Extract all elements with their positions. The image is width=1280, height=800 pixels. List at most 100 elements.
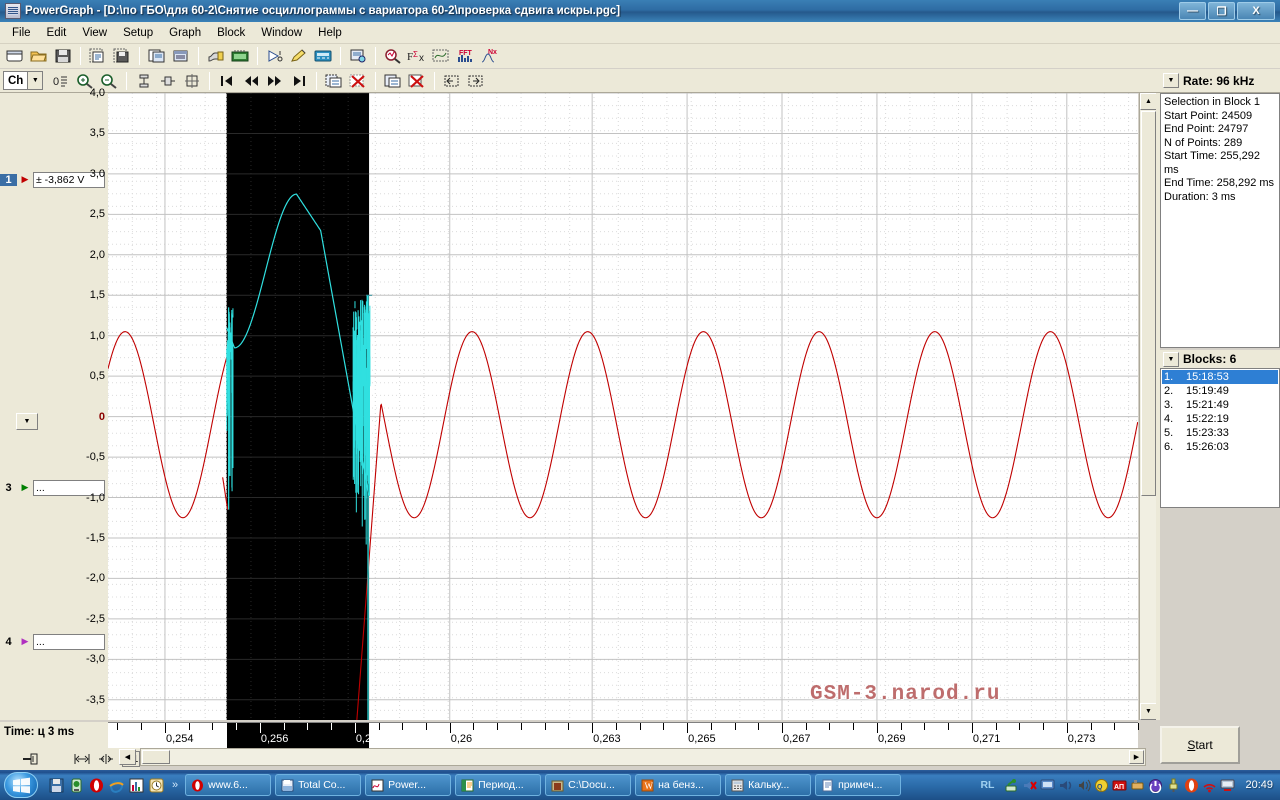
waveform-canvas[interactable]	[108, 93, 1138, 720]
remove-block-icon[interactable]	[405, 70, 428, 91]
blocks-list[interactable]: 1. 15:18:53 2. 15:19:49 3. 15:21:49 4. 15:22:19…	[1160, 368, 1280, 508]
fft-icon[interactable]: FFT	[453, 46, 476, 67]
marker-set-icon[interactable]	[18, 749, 41, 770]
menu-item-setup[interactable]: Setup	[115, 25, 161, 41]
monitor-icon[interactable]	[1220, 778, 1235, 793]
taskbar-button[interactable]: Период...	[455, 774, 541, 796]
last-block-icon[interactable]	[287, 70, 310, 91]
scroll-right-button[interactable]: ▶	[1129, 750, 1144, 764]
wifi-icon[interactable]	[1202, 778, 1217, 793]
scroll-up-button[interactable]: ▲	[1140, 93, 1157, 110]
marker-pen-icon[interactable]	[287, 46, 310, 67]
plot-horizontal-scrollbar[interactable]: ◀ ▶	[140, 748, 1146, 766]
scroll-down-button[interactable]: ▼	[1140, 703, 1157, 720]
save-icon[interactable]	[48, 777, 65, 794]
insert-left-icon[interactable]	[440, 70, 463, 91]
media-player-icon[interactable]	[68, 777, 85, 794]
channel-triangle-icon-4[interactable]: ▶	[17, 636, 33, 647]
menu-item-block[interactable]: Block	[209, 25, 253, 41]
open-icon[interactable]	[27, 46, 50, 67]
insert-right-icon[interactable]	[464, 70, 487, 91]
prev-block-icon[interactable]	[239, 70, 262, 91]
align-icon[interactable]	[132, 70, 155, 91]
menu-item-file[interactable]: File	[4, 25, 39, 41]
time-axis-selection-band[interactable]	[227, 723, 369, 749]
antivirus-icon[interactable]: Q	[1094, 778, 1109, 793]
menu-item-graph[interactable]: Graph	[161, 25, 209, 41]
channel-triangle-icon-3[interactable]: ▶	[17, 482, 33, 493]
new-icon[interactable]	[3, 46, 26, 67]
save-icon[interactable]	[51, 46, 74, 67]
device-icon[interactable]	[228, 46, 251, 67]
plug-icon[interactable]	[1166, 778, 1181, 793]
menu-item-view[interactable]: View	[74, 25, 115, 41]
block-list-item[interactable]: 2. 15:19:49	[1162, 384, 1278, 398]
plot-vertical-scrollbar[interactable]: ▲ ▼	[1139, 93, 1156, 720]
copy-page-icon[interactable]	[145, 46, 168, 67]
blocks-dropdown-button[interactable]: ▼	[1163, 352, 1179, 367]
taskbar-button[interactable]: Power...	[365, 774, 451, 796]
chevron-down-icon[interactable]: ▼	[27, 72, 42, 89]
channel-offset-icon[interactable]: 0	[49, 70, 72, 91]
taskbar-button[interactable]: Кальку...	[725, 774, 811, 796]
block-list-item[interactable]: 1. 15:18:53	[1162, 370, 1278, 384]
calculator-icon[interactable]	[311, 46, 334, 67]
taskbar-button[interactable]: примеч...	[815, 774, 901, 796]
taskbar-button[interactable]: C:\Docu...	[545, 774, 631, 796]
copy-block-icon[interactable]	[381, 70, 404, 91]
close-button[interactable]: X	[1237, 2, 1275, 20]
channel-number-1[interactable]: 1	[0, 174, 17, 186]
play-signal-icon[interactable]	[263, 46, 286, 67]
zoom-analysis-icon[interactable]	[381, 46, 404, 67]
sound-icon[interactable]	[1076, 778, 1091, 793]
fit-frame-icon[interactable]	[180, 70, 203, 91]
quick-launch-chevron-icon[interactable]: »	[172, 779, 178, 791]
oscilloscope-plot[interactable]	[108, 93, 1138, 720]
taskbar-button[interactable]: www.6...	[185, 774, 271, 796]
taskbar-button[interactable]: Wна бенз...	[635, 774, 721, 796]
channel-select-dropdown[interactable]: Ch ▼	[3, 71, 43, 90]
formula-icon[interactable]: FΣx	[405, 46, 428, 67]
time-axis[interactable]: 0,254 0,256 0,258 0,26 0,263 0,265 0,267 0,269 0…	[108, 722, 1138, 748]
scroll-left-button[interactable]: ◀	[119, 749, 136, 765]
channel-number-3[interactable]: 3	[0, 482, 17, 494]
connect-device-icon[interactable]	[204, 46, 227, 67]
start-button[interactable]: Start	[1160, 726, 1240, 764]
export-page-icon[interactable]	[169, 46, 192, 67]
menu-item-window[interactable]: Window	[253, 25, 310, 41]
statistics-icon[interactable]	[429, 46, 452, 67]
chart-icon[interactable]	[128, 777, 145, 794]
display-icon[interactable]	[1040, 778, 1055, 793]
print-preview-icon[interactable]	[346, 46, 369, 67]
add-block-icon[interactable]	[322, 70, 345, 91]
atp-icon[interactable]: AΠ	[1112, 778, 1127, 793]
block-list-item[interactable]: 6. 15:26:03	[1162, 440, 1278, 454]
opera-tray-icon[interactable]	[1184, 778, 1199, 793]
menu-item-edit[interactable]: Edit	[39, 25, 75, 41]
restore-button[interactable]: ❐	[1208, 2, 1235, 20]
copy-icon[interactable]	[86, 46, 109, 67]
fit-width-icon[interactable]	[156, 70, 179, 91]
minimize-button[interactable]: —	[1179, 2, 1206, 20]
horizontal-scroll-thumb[interactable]	[142, 750, 170, 764]
start-menu-button[interactable]	[4, 772, 38, 798]
first-block-icon[interactable]	[215, 70, 238, 91]
speaker-icon[interactable]	[1058, 778, 1073, 793]
vertical-scroll-thumb[interactable]	[1141, 111, 1156, 496]
taskbar-clock[interactable]: 20:49	[1245, 779, 1273, 791]
next-block-icon[interactable]	[263, 70, 286, 91]
clock-icon[interactable]	[148, 777, 165, 794]
block-list-item[interactable]: 5. 15:23:33	[1162, 426, 1278, 440]
volume-mute-icon[interactable]	[1022, 778, 1037, 793]
expand-selection-icon[interactable]	[70, 749, 93, 770]
save-block-icon[interactable]	[110, 46, 133, 67]
network-icon[interactable]	[1004, 778, 1019, 793]
usb-icon[interactable]	[1130, 778, 1145, 793]
internet-explorer-icon[interactable]	[108, 777, 125, 794]
language-indicator[interactable]: RL	[980, 779, 994, 791]
channel-number-4[interactable]: 4	[0, 636, 17, 648]
power-icon[interactable]	[1148, 778, 1163, 793]
rate-dropdown-button[interactable]: ▼	[1163, 73, 1179, 88]
opera-icon[interactable]	[88, 777, 105, 794]
taskbar-button[interactable]: Total Co...	[275, 774, 361, 796]
